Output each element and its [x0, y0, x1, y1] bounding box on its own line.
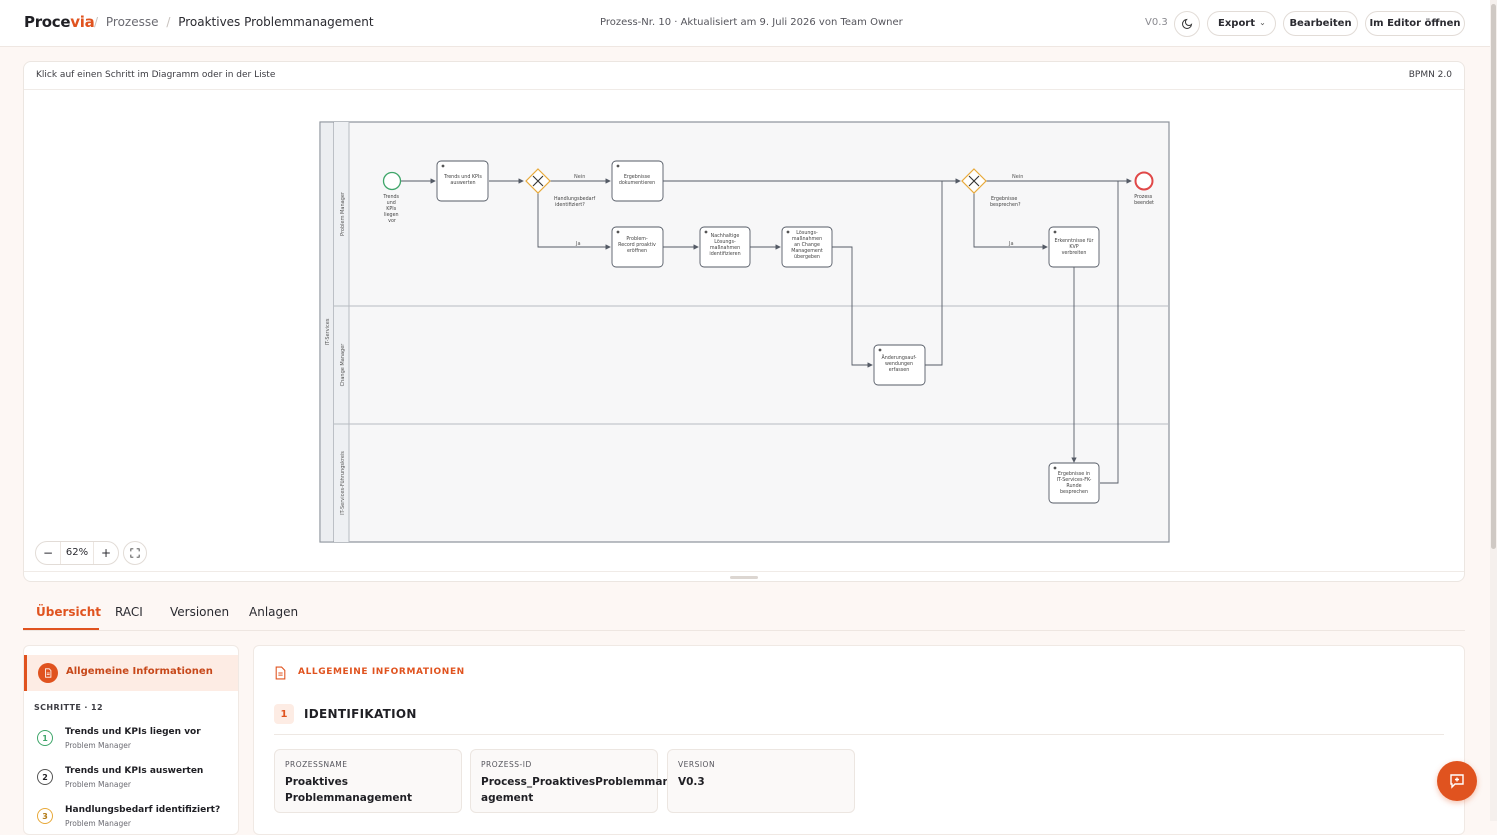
chat-plus-icon [1450, 774, 1464, 789]
step-role: Problem Manager [65, 741, 131, 750]
nav-item-label: Allgemeine Informationen [66, 666, 213, 677]
user-task-icon [441, 164, 445, 168]
user-task-icon [616, 164, 620, 168]
zoom-level: 62% [60, 542, 94, 564]
top-bar: Procevia / Prozesse / Proaktives Problem… [0, 0, 1497, 47]
section-number: 1 [274, 704, 294, 724]
user-task-icon [704, 230, 708, 234]
user-task-icon [1053, 466, 1057, 470]
step-item[interactable]: 1 Trends und KPIs liegen vor Problem Man… [34, 727, 234, 763]
step-navigation: Allgemeine Informationen SCHRITTE · 12 1… [23, 645, 239, 835]
version-label: V0.3 [1145, 17, 1168, 28]
step-number: 1 [37, 730, 53, 746]
flow-label-ja: Ja [1008, 241, 1014, 247]
active-tab-indicator [23, 628, 99, 630]
feedback-button[interactable] [1437, 761, 1477, 801]
tab-versionen[interactable]: Versionen [170, 605, 229, 619]
lane-label-problem-manager: Problem Manager [340, 191, 346, 236]
step-number: 3 [37, 808, 53, 824]
divider [274, 734, 1444, 735]
chevron-down-icon [1260, 22, 1265, 25]
task-fk-runde-besprechen[interactable]: Ergebnisse in IT-Services-FK-Runde besprec… [1048, 462, 1100, 504]
tab-raci[interactable]: RACI [115, 605, 143, 619]
edit-button[interactable]: Bearbeiten [1283, 11, 1358, 36]
field-label: PROZESSNAME [285, 760, 348, 769]
field-value: Process_ProaktivesProblemman agement [481, 776, 670, 804]
field-value: Proaktives Problemmanagement [285, 776, 413, 804]
task-aenderungsaufwendungen[interactable]: Änderungsauf-wendungen erfassen [873, 344, 926, 386]
zoom-in-button[interactable]: + [94, 546, 118, 560]
section-title: IDENTIFIKATION [304, 707, 417, 721]
step-item[interactable]: 3 Handlungsbedarf identifiziert? Problem… [34, 805, 234, 834]
step-title: Handlungsbedarf identifiziert? [65, 805, 221, 815]
task-an-change-uebergeben[interactable]: Lösungs-maßnahmen an Change Management über… [781, 226, 833, 268]
start-event[interactable]: Trends und KPIs liegen vor [382, 171, 402, 225]
tab-anlagen[interactable]: Anlagen [249, 605, 298, 619]
document-icon [274, 665, 287, 684]
section-header: ALLGEMEINE INFORMATIONEN [298, 667, 465, 677]
theme-toggle-button[interactable] [1174, 11, 1200, 37]
step-role: Problem Manager [65, 819, 131, 828]
step-title: Trends und KPIs auswerten [65, 766, 204, 776]
zoom-out-button[interactable]: − [36, 546, 60, 560]
scrollbar-thumb[interactable] [1491, 4, 1496, 549]
user-task-icon [786, 230, 790, 234]
breadcrumb-link-prozesse[interactable]: Prozesse [106, 15, 159, 29]
lane-label-change-manager: Change Manager [340, 343, 346, 387]
task-loesungsmassnahmen-identifizieren[interactable]: Nachhaltige Lösungs-maßnahmen identifizier… [699, 226, 751, 268]
field-version: VERSION V0.3 [667, 749, 855, 813]
field-label: VERSION [678, 760, 716, 769]
flow-label-nein: Nein [1012, 174, 1023, 180]
step-title: Trends und KPIs liegen vor [65, 727, 201, 737]
flow-label-nein: Nein [574, 174, 585, 180]
bpmn-diagram[interactable]: IT-Services Problem Manager Change Manag… [24, 62, 1465, 582]
resize-handle[interactable] [730, 576, 758, 579]
nav-item-general-info[interactable]: Allgemeine Informationen [24, 655, 238, 691]
app-logo[interactable]: Procevia [24, 13, 95, 31]
pool-label: IT-Services [325, 318, 331, 345]
details-panel: ALLGEMEINE INFORMATIONEN 1 IDENTIFIKATIO… [253, 645, 1465, 835]
document-icon [38, 663, 58, 683]
diagram-card: Klick auf einen Schritt im Diagramm oder… [23, 61, 1465, 582]
lane-label-fk: IT-Services-Führungskreis [340, 451, 346, 515]
export-button[interactable]: Export [1207, 11, 1276, 36]
task-trends-auswerten[interactable]: Trends und KPIs auswerten [436, 160, 489, 202]
task-ergebnisse-dokumentieren[interactable]: Ergebnisse dokumentieren [611, 160, 664, 202]
user-task-icon [878, 348, 882, 352]
fullscreen-button[interactable] [123, 541, 147, 565]
moon-icon [1182, 18, 1193, 29]
breadcrumb-separator: / [166, 15, 171, 29]
tab-bar: Übersicht RACI Versionen Anlagen [23, 600, 1465, 631]
step-number: 2 [37, 769, 53, 785]
flow-label-ja: Ja [575, 241, 581, 247]
tab-uebersicht[interactable]: Übersicht [36, 605, 101, 619]
breadcrumb-current: Proaktives Problemmanagement [178, 15, 374, 29]
task-erkenntnisse-kvp[interactable]: Erkenntnisse für KVP verbreiten [1048, 226, 1100, 268]
user-task-icon [1053, 230, 1057, 234]
field-value: V0.3 [678, 776, 705, 788]
divider [24, 571, 1464, 572]
field-label: PROZESS-ID [481, 760, 532, 769]
expand-icon [130, 548, 140, 558]
breadcrumb: / Prozesse / Proaktives Problemmanagemen… [90, 15, 374, 29]
field-process-id: PROZESS-ID Process_ProaktivesProblemman … [470, 749, 670, 813]
field-process-name: PROZESSNAME Proaktives Problemmanagement [274, 749, 462, 813]
logo-text: Proce [24, 13, 71, 31]
user-task-icon [616, 230, 620, 234]
open-editor-button[interactable]: Im Editor öffnen [1365, 11, 1465, 36]
breadcrumb-separator: / [94, 15, 99, 29]
export-label: Export [1218, 18, 1256, 29]
process-meta: Prozess-Nr. 10 · Aktualisiert am 9. Juli… [600, 17, 903, 28]
steps-heading: SCHRITTE · 12 [34, 703, 103, 712]
step-role: Problem Manager [65, 780, 131, 789]
zoom-control: − 62% + [35, 541, 119, 565]
task-problem-record[interactable]: Problem-Record proaktiv eröffnen [611, 226, 664, 268]
step-item[interactable]: 2 Trends und KPIs auswerten Problem Mana… [34, 766, 234, 802]
